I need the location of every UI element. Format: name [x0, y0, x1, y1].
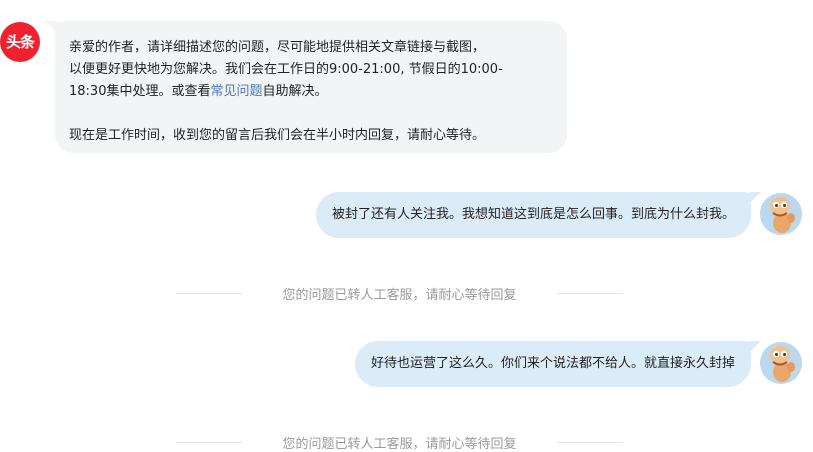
notice-divider-left: [176, 292, 242, 294]
support-line-2: 以便更好更快地为您解决。我们会在工作日的9:00-21:00, 节假日的10:0…: [69, 62, 503, 77]
system-notice-text: 您的问题已转人工客服，请耐心等待回复: [282, 287, 517, 303]
notice-divider-right: [556, 292, 623, 294]
cartoon-avatar-icon: [760, 193, 802, 235]
support-line-1: 亲爱的作者，请详细描述您的问题，尽可能地提供相关文章链接与截图，: [69, 40, 486, 55]
user-message-bubble: 好待也运营了这么久。你们来个说法都不给人。就直接永久封掉: [354, 341, 762, 387]
support-line-3-start: 18:30集中处理。或查看: [69, 84, 211, 99]
support-message-paragraph-2: 现在是工作时间，收到您的留言后我们会在半小时内回复，请耐心等待。: [69, 125, 553, 147]
toutiao-logo-avatar: 头条: [0, 22, 40, 62]
faq-link[interactable]: 常见问题: [210, 84, 262, 99]
system-notice-text: 您的问题已转人工客服，请耐心等待回复: [282, 436, 517, 452]
user-avatar[interactable]: [760, 193, 802, 235]
notice-divider-right: [556, 441, 623, 443]
system-notice: 您的问题已转人工客服，请耐心等待回复: [176, 432, 623, 452]
user-message-bubble: 被封了还有人关注我。我想知道这到底是怎么回事。到底为什么封我。: [315, 192, 762, 238]
support-line-4: 现在是工作时间，收到您的留言后我们会在半小时内回复，请耐心等待。: [69, 128, 486, 143]
support-line-3-end: 自助解决。: [262, 84, 328, 99]
support-message-paragraph-1: 亲爱的作者，请详细描述您的问题，尽可能地提供相关文章链接与截图， 以便更好更快地…: [69, 37, 553, 103]
cartoon-avatar-icon: [760, 342, 802, 384]
notice-divider-left: [176, 441, 242, 443]
system-notice: 您的问题已转人工客服，请耐心等待回复: [176, 283, 623, 303]
chat-window: 头条 亲爱的作者，请详细描述您的问题，尽可能地提供相关文章链接与截图， 以便更好…: [0, 0, 813, 452]
user-avatar[interactable]: [760, 342, 802, 384]
support-message-bubble: 亲爱的作者，请详细描述您的问题，尽可能地提供相关文章链接与截图， 以便更好更快地…: [45, 21, 567, 153]
